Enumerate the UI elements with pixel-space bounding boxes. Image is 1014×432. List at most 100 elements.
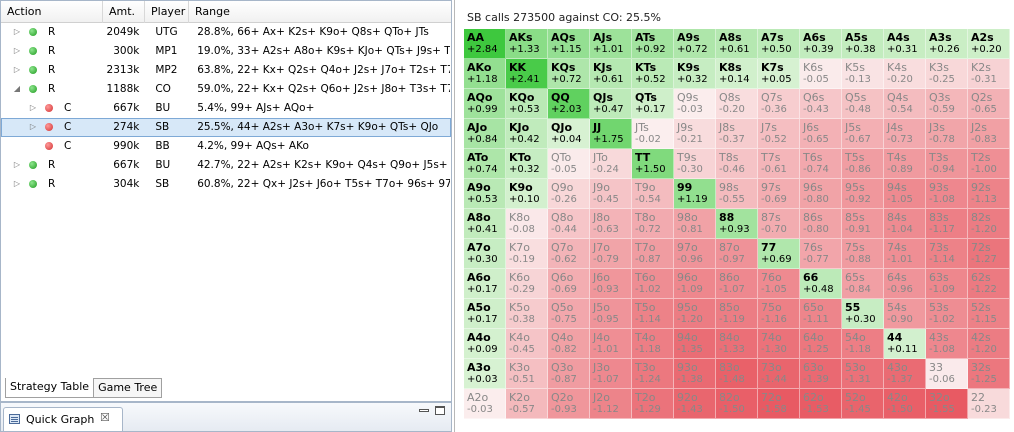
hand-cell[interactable]: 72o -1.58 <box>758 389 800 419</box>
hand-cell[interactable]: AA +2.84 <box>464 29 506 59</box>
hand-cell[interactable]: J9s -0.21 <box>674 119 716 149</box>
hand-cell[interactable]: 66 +0.48 <box>800 269 842 299</box>
hand-cell[interactable]: 96o -1.09 <box>674 269 716 299</box>
table-row[interactable]: ▷ R 304k SB 60.8%, 22+ Qx+ J2s+ J6o+ T5s+ T7… <box>1 175 451 194</box>
hand-cell[interactable]: A9s +0.72 <box>674 29 716 59</box>
hand-cell[interactable]: 43s -1.08 <box>926 329 968 359</box>
hand-cell[interactable]: 42o -1.50 <box>884 389 926 419</box>
expand-toggle-icon[interactable]: ▷ <box>12 61 22 79</box>
hand-cell[interactable]: K9s +0.32 <box>674 59 716 89</box>
hand-cell[interactable]: 92o -1.43 <box>674 389 716 419</box>
hand-cell[interactable]: 95s -0.92 <box>842 179 884 209</box>
hand-cell[interactable]: 94s -1.05 <box>884 179 926 209</box>
hand-cell[interactable]: A4o +0.09 <box>464 329 506 359</box>
hand-cell[interactable]: QTo -0.05 <box>548 149 590 179</box>
hand-cell[interactable]: Q6s -0.43 <box>800 89 842 119</box>
hand-cell[interactable]: K2o -0.57 <box>506 389 548 419</box>
hand-cell[interactable]: Q5o -0.75 <box>548 299 590 329</box>
hand-cell[interactable]: A8o +0.41 <box>464 209 506 239</box>
hand-cell[interactable]: KJs +0.61 <box>590 59 632 89</box>
hand-cell[interactable]: 77 +0.69 <box>758 239 800 269</box>
hand-cell[interactable]: T5s -0.86 <box>842 149 884 179</box>
hand-cell[interactable]: T8s -0.46 <box>716 149 758 179</box>
hand-cell[interactable]: K8s +0.14 <box>716 59 758 89</box>
hand-cell[interactable]: 22 -0.23 <box>968 389 1010 419</box>
column-header-amount[interactable]: Amt. <box>103 1 145 23</box>
hand-cell[interactable]: J8s -0.37 <box>716 119 758 149</box>
hand-cell[interactable]: J2s -0.83 <box>968 119 1010 149</box>
hand-cell[interactable]: KJo +0.42 <box>506 119 548 149</box>
quick-graph-tab[interactable]: Quick Graph ☒ <box>3 407 123 431</box>
expand-toggle-icon[interactable]: ▷ <box>12 156 22 174</box>
hand-cell[interactable]: T4s -0.89 <box>884 149 926 179</box>
hand-cell[interactable]: J6s -0.65 <box>800 119 842 149</box>
hand-cell[interactable]: 85o -1.19 <box>716 299 758 329</box>
hand-cell[interactable]: A6o +0.17 <box>464 269 506 299</box>
hand-cell[interactable]: J5s -0.67 <box>842 119 884 149</box>
hand-cell[interactable]: Q2s -0.65 <box>968 89 1010 119</box>
hand-cell[interactable]: K5o -0.38 <box>506 299 548 329</box>
hand-cell[interactable]: A3s +0.26 <box>926 29 968 59</box>
hand-cell[interactable]: J2o -1.12 <box>590 389 632 419</box>
hand-cell[interactable]: KQs +0.72 <box>548 59 590 89</box>
hand-cell[interactable]: T2s -1.00 <box>968 149 1010 179</box>
table-row[interactable]: ▷ R 300k MP1 19.0%, 33+ A2s+ A8o+ K9s+ KJo+ … <box>1 42 451 61</box>
hand-cell[interactable]: 84s -1.04 <box>884 209 926 239</box>
table-row[interactable]: ▷ C 274k SB 25.5%, 44+ A2s+ A3o+ K7s+ K9o+ Q… <box>1 118 451 137</box>
table-row[interactable]: C 990k BB 4.2%, 99+ AQs+ AKo <box>1 137 451 156</box>
hand-cell[interactable]: J4o -1.01 <box>590 329 632 359</box>
hand-cell[interactable]: Q3o -0.87 <box>548 359 590 389</box>
hand-cell[interactable]: Q2o -0.93 <box>548 389 590 419</box>
hand-cell[interactable]: T6s -0.74 <box>800 149 842 179</box>
hand-cell[interactable]: A8s +0.61 <box>716 29 758 59</box>
hand-cell[interactable]: 63o -1.39 <box>800 359 842 389</box>
hand-cell[interactable]: 98o -0.81 <box>674 209 716 239</box>
expand-toggle-icon[interactable]: ◢ <box>12 80 22 98</box>
hand-cell[interactable]: A2s +0.20 <box>968 29 1010 59</box>
hand-cell[interactable]: T3o -1.24 <box>632 359 674 389</box>
hand-cell[interactable]: 98s -0.55 <box>716 179 758 209</box>
hand-cell[interactable]: 87o -0.97 <box>716 239 758 269</box>
hand-cell[interactable]: 97o -0.96 <box>674 239 716 269</box>
hand-cell[interactable]: KQo +0.53 <box>506 89 548 119</box>
hand-cell[interactable]: T8o -0.72 <box>632 209 674 239</box>
expand-toggle-icon[interactable]: ▷ <box>28 118 38 136</box>
hand-cell[interactable]: T4o -1.18 <box>632 329 674 359</box>
hand-cell[interactable]: 54s -0.90 <box>884 299 926 329</box>
expand-toggle-icon[interactable]: ▷ <box>12 175 22 193</box>
hand-cell[interactable]: 88 +0.93 <box>716 209 758 239</box>
tab-game-tree[interactable]: Game Tree <box>93 378 163 398</box>
hand-cell[interactable]: KK +2.41 <box>506 59 548 89</box>
hand-cell[interactable]: 64s -0.96 <box>884 269 926 299</box>
hand-cell[interactable]: J7o -0.79 <box>590 239 632 269</box>
hand-cell[interactable]: 82o -1.50 <box>716 389 758 419</box>
expand-toggle-icon[interactable]: ▷ <box>12 23 22 41</box>
hand-cell[interactable]: QJs +0.47 <box>590 89 632 119</box>
hand-cell[interactable]: 65s -0.84 <box>842 269 884 299</box>
hand-cell[interactable]: KTo +0.32 <box>506 149 548 179</box>
hand-cell[interactable]: 82s -1.20 <box>968 209 1010 239</box>
hand-cell[interactable]: 42s -1.20 <box>968 329 1010 359</box>
column-header-action[interactable]: Action <box>1 1 103 23</box>
hand-cell[interactable]: J4s -0.73 <box>884 119 926 149</box>
hand-cell[interactable]: K4s -0.20 <box>884 59 926 89</box>
hand-cell[interactable]: 87s -0.70 <box>758 209 800 239</box>
hand-cell[interactable]: Q7s -0.36 <box>758 89 800 119</box>
minimize-icon[interactable] <box>419 409 429 412</box>
hand-cell[interactable]: J5o -0.95 <box>590 299 632 329</box>
hand-cell[interactable]: T5o -1.14 <box>632 299 674 329</box>
maximize-icon[interactable] <box>435 406 445 415</box>
hand-cell[interactable]: ATs +0.92 <box>632 29 674 59</box>
hand-cell[interactable]: 85s -0.91 <box>842 209 884 239</box>
hand-cell[interactable]: T9o -0.54 <box>632 179 674 209</box>
hand-cell[interactable]: 73o -1.44 <box>758 359 800 389</box>
hand-cell[interactable]: 52s -1.15 <box>968 299 1010 329</box>
hand-cell[interactable]: T3s -0.94 <box>926 149 968 179</box>
hand-cell[interactable]: 86o -1.07 <box>716 269 758 299</box>
hand-cell[interactable]: K7s +0.05 <box>758 59 800 89</box>
hand-cell[interactable]: A5s +0.38 <box>842 29 884 59</box>
hand-cell[interactable]: 63s -1.09 <box>926 269 968 299</box>
hand-cell[interactable]: A6s +0.39 <box>800 29 842 59</box>
hand-cell[interactable]: J6o -0.93 <box>590 269 632 299</box>
hand-cell[interactable]: J3o -1.07 <box>590 359 632 389</box>
